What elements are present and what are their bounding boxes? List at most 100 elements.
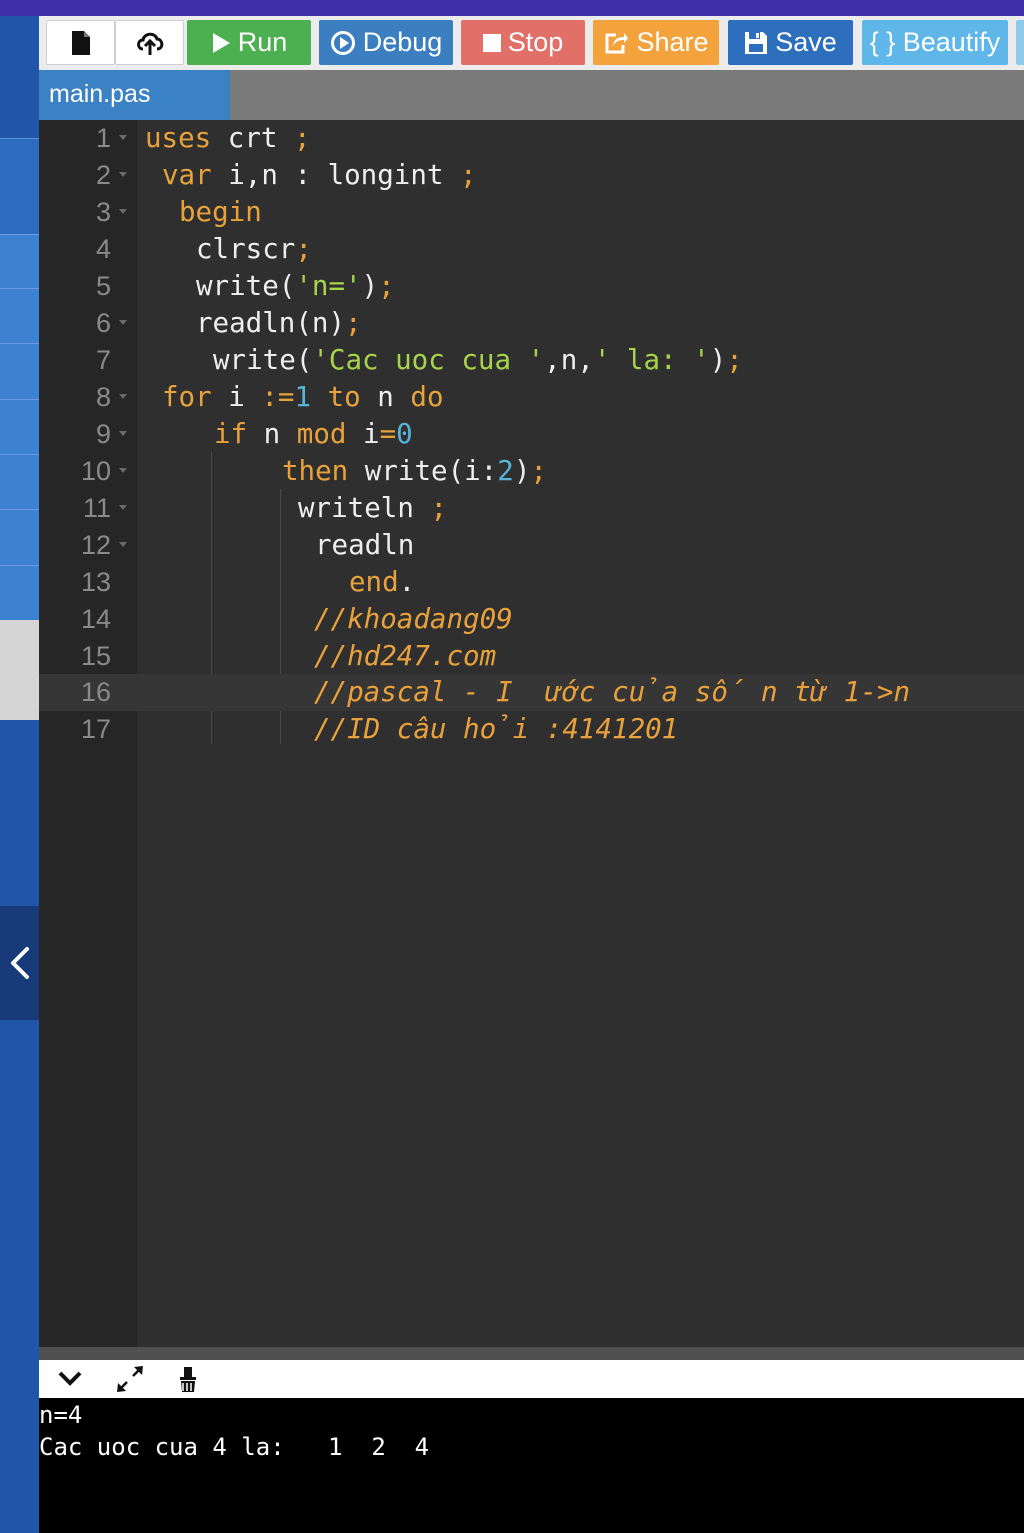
sidebar-segment[interactable] [0,138,39,235]
debug-button-label: Debug [362,27,443,57]
new-file-button[interactable] [46,20,115,65]
code-line[interactable]: 8 for i :=1 to n do [39,379,1024,416]
left-sidebar [0,16,39,1533]
fold-arrow-icon[interactable] [119,135,127,140]
share-button-label: Share [636,27,709,57]
code-text: end. [349,566,416,598]
save-icon [745,31,768,54]
code-text: //hd247.com [314,640,497,672]
sidebar-segment[interactable] [0,288,39,344]
fold-arrow-icon[interactable] [119,468,127,473]
line-number: 16 [80,677,111,707]
main-toolbar: Run Debug Stop Share Save { } Beautify [39,16,1024,70]
code-line[interactable]: 4 clrscr; [39,231,1024,268]
sidebar-segment[interactable] [0,234,39,289]
code-text: for i :=1 to n do [162,381,444,413]
stop-icon [482,33,501,52]
save-button-label: Save [775,27,837,57]
beautify-button[interactable]: { } Beautify [862,20,1008,65]
line-number: 7 [95,345,111,375]
fold-arrow-icon[interactable] [119,209,127,214]
code-text: then write(i:2); [282,455,547,487]
eraser-icon [180,1367,196,1392]
play-icon [212,32,230,53]
code-line[interactable]: 9 if n mod i=0 [39,416,1024,453]
collapse-console-button[interactable] [57,1366,83,1395]
line-number: 4 [95,234,111,264]
code-text: write('Cac uoc cua ',n,' la: '); [213,344,743,376]
window-top-bar [0,0,1024,16]
code-line[interactable]: 17 //ID câu hỏi :4141201 [39,711,1024,748]
line-number: 9 [95,419,111,449]
code-text: readln(n); [196,307,362,339]
line-number: 3 [95,197,111,227]
code-text: clrscr; [196,233,312,265]
fold-arrow-icon[interactable] [119,320,127,325]
console-line: n=4 [39,1401,83,1429]
code-text: //khoadang09 [314,603,513,635]
code-text: begin [179,196,262,228]
share-button[interactable]: Share [593,20,719,65]
fold-arrow-icon[interactable] [119,542,127,547]
sidebar-segment[interactable] [0,565,39,621]
code-line[interactable]: 5 write('n='); [39,268,1024,305]
clear-console-button[interactable] [172,1364,202,1399]
save-button[interactable]: Save [728,20,853,65]
fold-arrow-icon[interactable] [119,394,127,399]
code-line[interactable]: 7 write('Cac uoc cua ',n,' la: '); [39,342,1024,379]
fold-arrow-icon[interactable] [119,172,127,177]
code-line[interactable]: 15 //hd247.com [39,638,1024,675]
file-tab-main-pas[interactable]: main.pas [39,70,230,120]
code-text: uses crt ; [145,122,311,154]
line-number: 5 [95,271,111,301]
code-line[interactable]: 3 begin [39,194,1024,231]
code-editor[interactable]: 1 uses crt ; 2 var i,n : longint ; 3 beg… [39,120,1024,1347]
code-line[interactable]: 13 end. [39,564,1024,601]
code-line[interactable]: 14 //khoadang09 [39,601,1024,638]
code-line[interactable]: 11 writeln ; [39,490,1024,527]
chevron-left-icon [10,947,29,979]
code-text: write('n='); [196,270,395,302]
expand-icon [117,1366,143,1392]
upload-button[interactable] [115,20,184,65]
code-line[interactable]: 10 then write(i:2); [39,453,1024,490]
run-button[interactable]: Run [187,20,311,65]
stop-button-label: Stop [507,27,564,57]
sidebar-segment[interactable] [0,454,39,510]
more-toolbar-button[interactable] [1016,20,1024,65]
sidebar-collapse-button[interactable] [0,906,39,1020]
sidebar-segment[interactable] [0,509,39,566]
console-toolbar [39,1360,1024,1398]
line-number: 12 [80,530,111,560]
code-line-active[interactable]: 16 //pascal - I ước của số n từ 1->n [39,674,1024,711]
line-number: 6 [95,308,111,338]
expand-console-button[interactable] [115,1364,145,1399]
stop-button[interactable]: Stop [461,20,585,65]
sidebar-segment[interactable] [0,620,39,720]
line-number: 2 [95,160,111,190]
console-line: Cac uoc cua 4 la: 1 2 4 [39,1433,430,1461]
debug-button[interactable]: Debug [319,20,453,65]
beautify-button-label: { } Beautify [869,27,1001,57]
sidebar-segment[interactable] [0,16,39,138]
code-line[interactable]: 2 var i,n : longint ; [39,157,1024,194]
line-number: 15 [80,641,111,671]
sidebar-segment[interactable] [0,399,39,455]
line-number: 13 [80,567,111,597]
code-line[interactable]: 1 uses crt ; [39,120,1024,157]
upload-icon [136,32,163,55]
fold-arrow-icon[interactable] [119,431,127,436]
line-number: 1 [95,123,111,153]
code-line[interactable]: 12 readln [39,527,1024,564]
run-button-label: Run [237,27,288,57]
code-text: //pascal - I ước của số n từ 1->n [314,676,911,708]
code-line[interactable]: 6 readln(n); [39,305,1024,342]
fold-arrow-icon[interactable] [119,505,127,510]
line-number: 11 [82,493,111,523]
sidebar-segment[interactable] [0,343,39,400]
line-number: 17 [80,714,111,744]
debug-icon [330,30,355,55]
console-output[interactable]: n=4 Cac uoc cua 4 la: 1 2 4 [39,1398,1024,1533]
console-resize-handle[interactable] [39,1347,1024,1360]
share-icon [605,32,629,53]
